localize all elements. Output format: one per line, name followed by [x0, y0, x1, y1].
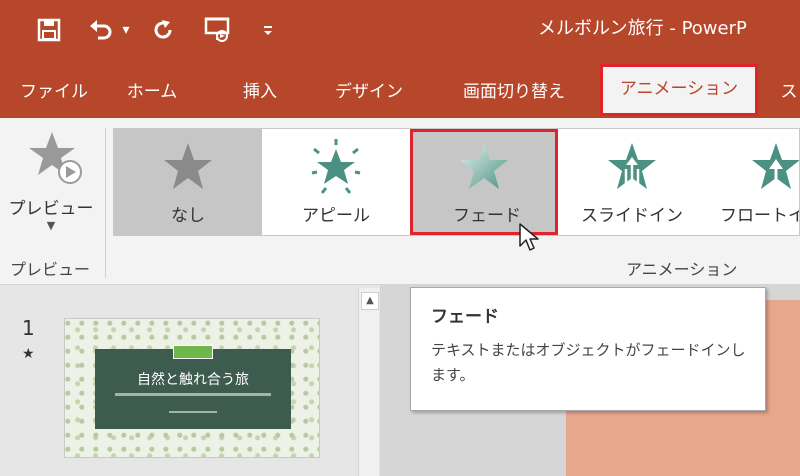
- tab-design[interactable]: デザイン: [322, 66, 416, 118]
- thumbnail-title: 自然と触れ合う旅: [137, 372, 249, 388]
- slides-scrollbar[interactable]: ▲: [358, 288, 379, 476]
- thumbnail-footer: [169, 411, 217, 413]
- undo-icon[interactable]: [86, 14, 116, 46]
- save-icon[interactable]: [32, 14, 66, 46]
- gallery-item-appear[interactable]: アピール: [262, 129, 410, 235]
- group-label-animation: アニメーション: [626, 260, 738, 279]
- thumbnail-subtitle: [115, 393, 271, 396]
- star-fly-in-icon: [608, 143, 656, 189]
- scroll-up-icon[interactable]: ▲: [361, 292, 379, 310]
- animation-gallery: なし アピール フェード スライドイン フロートイ: [113, 128, 800, 236]
- star-float-in-icon: [752, 143, 799, 189]
- gallery-item-float-in[interactable]: フロートイ: [706, 129, 800, 235]
- redo-icon[interactable]: [146, 14, 180, 46]
- customize-qat-icon[interactable]: [258, 14, 278, 46]
- preview-button-label: プレビュー: [8, 199, 94, 219]
- thumbnail-title-card: 自然と触れ合う旅: [95, 349, 291, 429]
- undo-dropdown-icon[interactable]: ▾: [118, 14, 134, 46]
- slide-thumbnail[interactable]: 自然と触れ合う旅: [64, 318, 320, 458]
- tab-transitions[interactable]: 画面切り替え: [444, 66, 584, 118]
- chevron-down-icon: ▼: [46, 219, 56, 232]
- gallery-item-label: アピール: [302, 206, 370, 226]
- gallery-item-none[interactable]: なし: [114, 129, 262, 235]
- thumbnail-tag: [173, 345, 213, 359]
- star-fade-icon: [460, 143, 508, 189]
- tab-file[interactable]: ファイル: [4, 66, 104, 118]
- tab-animations[interactable]: アニメーション: [600, 64, 758, 116]
- gallery-item-label: なし: [171, 206, 205, 226]
- tab-slideshow[interactable]: ス: [778, 66, 800, 118]
- animation-marker-icon: ★: [22, 346, 35, 362]
- slide-number: 1: [22, 316, 35, 340]
- gallery-item-label: フロートイ: [720, 206, 800, 226]
- group-label-preview: プレビュー: [10, 260, 91, 279]
- gallery-item-fade[interactable]: フェード: [410, 129, 558, 235]
- tooltip-body: テキストまたはオブジェクトがフェードインします。: [431, 341, 746, 384]
- star-none-icon: [164, 143, 212, 189]
- group-separator: [105, 128, 106, 278]
- preview-button[interactable]: プレビュー ▼: [6, 124, 96, 244]
- gallery-item-label: スライドイン: [581, 206, 683, 226]
- window-title: メルボルン旅行 - PowerP: [538, 18, 747, 39]
- present-from-start-icon[interactable]: [200, 14, 236, 46]
- tab-insert[interactable]: 挿入: [228, 66, 292, 118]
- tab-home[interactable]: ホーム: [112, 66, 192, 118]
- star-appear-icon: [311, 139, 361, 194]
- tooltip: フェード テキストまたはオブジェクトがフェードインします。: [410, 287, 766, 411]
- preview-star-icon: [29, 132, 82, 184]
- ribbon-tab-bar: ファイル ホーム 挿入 デザイン 画面切り替え アニメーション ス: [0, 64, 800, 118]
- mouse-pointer-icon: [519, 223, 539, 251]
- tooltip-title: フェード: [431, 307, 499, 327]
- gallery-item-fly-in[interactable]: スライドイン: [558, 129, 706, 235]
